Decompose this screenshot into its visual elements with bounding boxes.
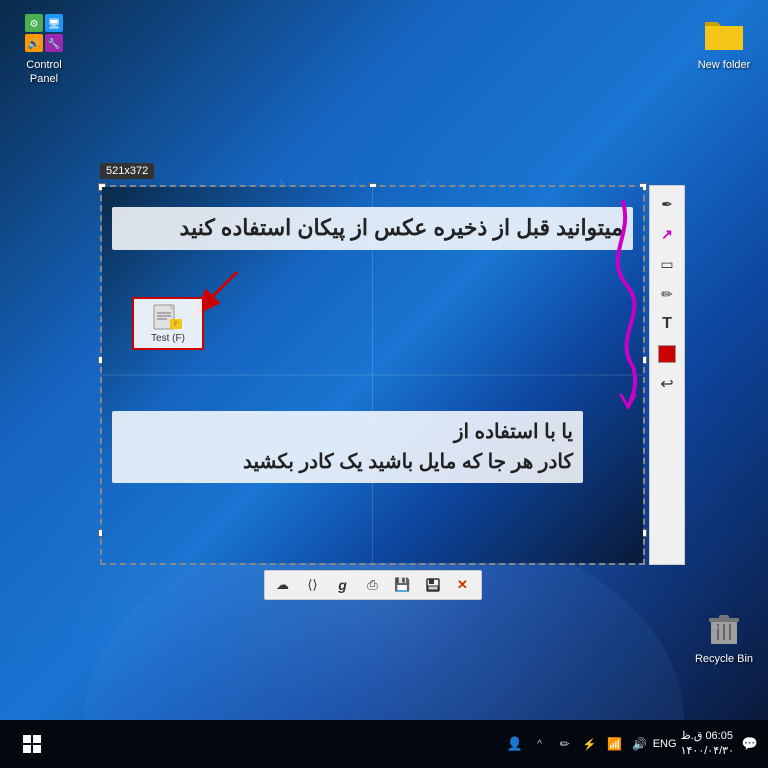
right-toolbar: ✒ ↗ ▭ ✏ T ↩ bbox=[649, 185, 685, 565]
cloud-btn[interactable]: ☁ bbox=[269, 573, 297, 597]
undo-btn[interactable]: ↩ bbox=[653, 370, 681, 398]
persian-text-bottom-line2: کادر هر جا که مایل باشید یک کادر بکشید bbox=[122, 447, 573, 477]
start-button[interactable] bbox=[8, 720, 56, 768]
search-web-btn[interactable]: g bbox=[329, 573, 357, 597]
bottom-toolbar: ☁ ⟨⟩ g ⎙ 💾 ✕ bbox=[264, 570, 482, 600]
svg-text:⚙: ⚙ bbox=[30, 19, 39, 30]
taskbar-right: 👤 ^ ✏ ⚡ 📶 🔊 ENG 06:05 ق.ظ ۱۴۰۰/۰۴/۳۰ 💬 bbox=[505, 729, 760, 760]
taskbar: 👤 ^ ✏ ⚡ 📶 🔊 ENG 06:05 ق.ظ ۱۴۰۰/۰۴/۳۰ 💬 bbox=[0, 720, 768, 768]
rect-tool-btn[interactable]: ▭ bbox=[653, 250, 681, 278]
new-folder-label: New folder bbox=[698, 58, 751, 72]
arrow-tool-btn[interactable]: ↗ bbox=[653, 220, 681, 248]
dimension-label: 521x372 bbox=[100, 163, 154, 179]
persian-text-top: میتوانید قبل از ذخیره عکس از پیکان استفا… bbox=[112, 207, 633, 250]
control-panel-label: Control Panel bbox=[12, 58, 76, 87]
pen-tool-btn[interactable]: ✒ bbox=[653, 190, 681, 218]
svg-text:🔊: 🔊 bbox=[28, 37, 40, 50]
text-tool-btn[interactable]: T bbox=[653, 310, 681, 338]
recycle-bin-icon[interactable]: Recycle Bin bbox=[688, 602, 760, 670]
snipping-overlay: 521x372 میتوانید قبل از ذخیره عکس از پیک… bbox=[100, 185, 645, 595]
new-folder-icon-img bbox=[703, 12, 745, 54]
clock[interactable]: 06:05 ق.ظ ۱۴۰۰/۰۴/۳۰ bbox=[681, 729, 734, 760]
pen-icon[interactable]: ✏ bbox=[555, 734, 575, 754]
clock-time: 06:05 ق.ظ bbox=[681, 729, 733, 744]
unknown-icon[interactable]: ⚡ bbox=[580, 734, 600, 754]
color-btn[interactable] bbox=[653, 340, 681, 368]
svg-text:🖥: 🖥 bbox=[48, 18, 61, 30]
wifi-icon[interactable]: 📶 bbox=[605, 734, 625, 754]
svg-text:🔧: 🔧 bbox=[48, 37, 60, 50]
desktop: ⚙ 🖥 🔊 🔧 Control Panel New folder bbox=[0, 0, 768, 720]
notification-icon[interactable]: 💬 bbox=[740, 734, 760, 754]
highlight-tool-btn[interactable]: ✏ bbox=[653, 280, 681, 308]
file-icon-box[interactable]: F Test (F) bbox=[132, 297, 204, 350]
language-indicator[interactable]: ENG bbox=[655, 734, 675, 754]
persian-text-bottom-line1: یا با استفاده از bbox=[122, 417, 573, 447]
recycle-bin-label: Recycle Bin bbox=[695, 652, 753, 666]
recycle-bin-icon-img bbox=[703, 606, 745, 648]
control-panel-icon[interactable]: ⚙ 🖥 🔊 🔧 Control Panel bbox=[8, 8, 80, 91]
screenshot-content: میتوانید قبل از ذخیره عکس از پیکان استفا… bbox=[102, 187, 643, 563]
share-btn[interactable]: ⟨⟩ bbox=[299, 573, 327, 597]
print-btn[interactable]: ⎙ bbox=[359, 573, 387, 597]
new-folder-icon[interactable]: New folder bbox=[688, 8, 760, 76]
color-swatch bbox=[658, 345, 676, 363]
taskbar-left bbox=[8, 720, 56, 768]
close-snip-btn[interactable]: ✕ bbox=[449, 573, 477, 597]
chevron-icon[interactable]: ^ bbox=[530, 734, 550, 754]
purple-squiggle bbox=[583, 197, 633, 397]
volume-icon[interactable]: 🔊 bbox=[630, 734, 650, 754]
svg-text:F: F bbox=[174, 322, 178, 328]
person-icon[interactable]: 👤 bbox=[505, 734, 525, 754]
control-panel-icon-img: ⚙ 🖥 🔊 🔧 bbox=[23, 12, 65, 54]
save-as-btn[interactable] bbox=[419, 573, 447, 597]
persian-text-bottom: یا با استفاده از کادر هر جا که مایل باشی… bbox=[112, 411, 583, 483]
clock-date: ۱۴۰۰/۰۴/۳۰ bbox=[681, 744, 734, 759]
system-tray: 👤 ^ ✏ ⚡ 📶 🔊 ENG bbox=[505, 734, 675, 754]
save-btn[interactable]: 💾 bbox=[389, 573, 417, 597]
file-icon-label: Test (F) bbox=[151, 333, 185, 344]
